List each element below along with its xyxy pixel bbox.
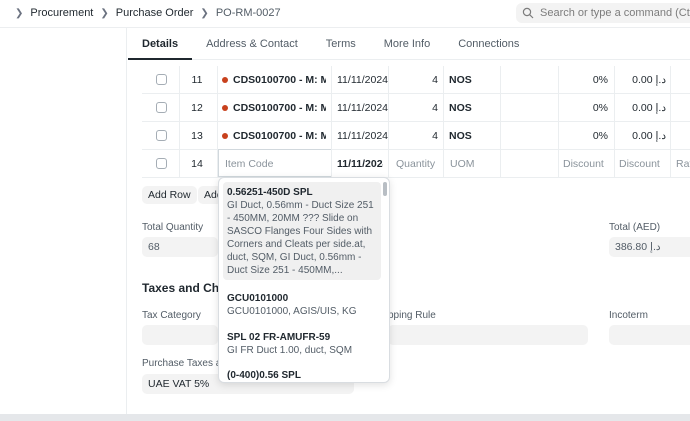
discount-cell[interactable]: 0% [560,122,608,150]
dropdown-option[interactable]: SPL 02 FR-AMUFR-59 GI FR Duct 1.00, duct… [223,327,381,361]
row-number: 13 [191,130,203,142]
row-number: 14 [191,158,203,170]
taxes-section-title: Taxes and Cha [142,281,226,295]
row-checkbox[interactable] [156,158,167,169]
column-divider [670,66,671,178]
total-quantity-label: Total Quantity [142,222,204,233]
amount-cell[interactable]: 0.00 د.إ [616,66,666,94]
purchase-taxes-label: Purchase Taxes ar [142,358,225,369]
row-number: 12 [191,102,203,114]
dropdown-option[interactable]: GCU0101000 GCU0101000, AGIS/UIS, KG [223,288,381,322]
tab-details[interactable]: Details [128,28,193,60]
uom-cell[interactable]: NOS [449,66,499,94]
quantity-cell[interactable]: 4 [392,66,438,94]
uom-placeholder[interactable]: UOM [450,150,490,178]
search-bar[interactable]: Search or type a command (Ctrl + G) [516,3,690,23]
item-code-input[interactable]: Item Code [218,149,332,177]
item-code-cell[interactable]: CDS0100700 - M: Me [222,122,326,150]
quantity-cell[interactable]: 4 [392,94,438,122]
tab-terms[interactable]: Terms [312,28,370,59]
column-divider [179,66,180,178]
search-placeholder: Search or type a command (Ctrl + G) [540,7,690,19]
chevron-right-icon: ❯ [15,7,24,19]
tax-category-label: Tax Category [142,310,201,321]
table-row[interactable]: 13 CDS0100700 - M: Me 11/11/2024 4 NOS 0… [142,122,690,150]
item-code-dropdown: 0.56251-450D SPL GI Duct, 0.56mm - Duct … [218,177,390,383]
dropdown-option[interactable]: (0-400)0.56 SPL [223,365,381,382]
tax-category-input[interactable] [142,325,218,345]
column-divider [388,66,389,178]
row-checkbox[interactable] [156,130,167,141]
column-divider [558,66,559,178]
total-quantity-field: 68 [142,237,218,257]
incoterm-input[interactable] [609,325,690,345]
status-dot-icon [222,77,228,84]
column-divider [331,66,332,178]
item-code-cell[interactable]: CDS0100700 - M: Me [222,66,326,94]
breadcrumb: ❯ Procurement ❯ Purchase Order ❯ PO-RM-0… [8,7,281,19]
add-row-button[interactable]: Add Row [142,186,197,204]
tab-connections[interactable]: Connections [444,28,533,59]
column-divider [500,66,501,178]
total-aed-label: Total (AED) [609,222,661,233]
dropdown-scrollbar[interactable] [383,182,387,196]
incoterm-label: Incoterm [609,310,648,321]
uom-cell[interactable]: NOS [449,94,499,122]
status-dot-icon [222,105,228,112]
row-checkbox[interactable] [156,102,167,113]
uom-cell[interactable]: NOS [449,122,499,150]
table-row[interactable]: 12 CDS0100700 - M: Me 11/11/2024 4 NOS 0… [142,94,690,122]
quantity-placeholder[interactable]: Quantity [396,150,442,178]
tab-address-contact[interactable]: Address & Contact [192,28,312,59]
bottom-scroll-area [0,414,690,421]
discount-cell[interactable]: 0% [560,94,608,122]
schedule-date-cell[interactable]: 11/11/2024 [337,122,389,150]
chevron-right-icon: ❯ [200,7,209,19]
quantity-cell[interactable]: 4 [392,122,438,150]
schedule-date-cell[interactable]: 11/11/2024 [337,66,389,94]
discount-amount-placeholder[interactable]: Discount [619,150,667,178]
breadcrumb-purchase-order[interactable]: Purchase Order [116,7,194,19]
table-row[interactable]: 11 CDS0100700 - M: Me 11/11/2024 4 NOS 0… [142,66,690,94]
row-number: 11 [191,74,203,86]
item-code-cell[interactable]: CDS0100700 - M: Me [222,94,326,122]
column-divider [217,66,218,178]
left-sidebar-area [0,28,127,416]
row-checkbox[interactable] [156,74,167,85]
discount-cell[interactable]: 0% [560,66,608,94]
chevron-right-icon: ❯ [100,7,109,19]
tab-more-info[interactable]: More Info [370,28,444,59]
breadcrumb-current-doc: PO-RM-0027 [215,7,281,19]
shipping-rule-input[interactable] [388,325,588,345]
shipping-rule-label: pping Rule [388,310,436,321]
form-tabs: Details Address & Contact Terms More Inf… [128,28,690,60]
column-divider [614,66,615,178]
amount-cell[interactable]: 0.00 د.إ [616,94,666,122]
rate-placeholder[interactable]: Rat [676,150,690,178]
breadcrumb-procurement[interactable]: Procurement [30,7,93,19]
search-icon [522,7,534,19]
dropdown-option[interactable]: 0.56251-450D SPL GI Duct, 0.56mm - Duct … [223,182,381,280]
schedule-date-cell[interactable]: 11/11/2024 [337,150,383,178]
amount-cell[interactable]: 0.00 د.إ [616,122,666,150]
discount-percent-placeholder[interactable]: Discount [563,150,611,178]
schedule-date-cell[interactable]: 11/11/2024 [337,94,389,122]
status-dot-icon [222,133,228,140]
top-navbar: ❯ Procurement ❯ Purchase Order ❯ PO-RM-0… [0,0,690,28]
column-divider [443,66,444,178]
total-aed-field: د.إ 386.80 [609,237,690,257]
